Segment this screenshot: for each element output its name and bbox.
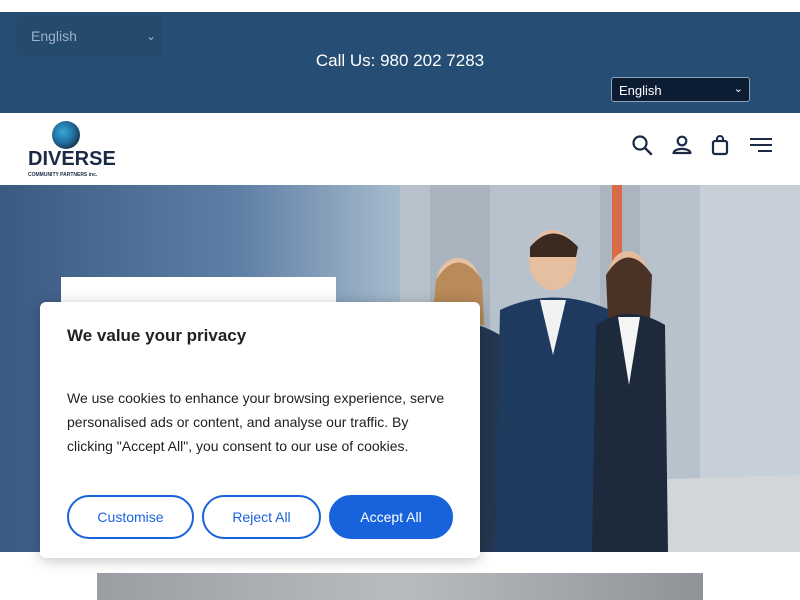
chevron-down-icon: ⌄ [733,83,743,95]
reject-all-button[interactable]: Reject All [202,495,321,539]
account-icon[interactable] [670,133,694,157]
logo[interactable]: DIVERSE COMMUNITY PARTNERS inc. [28,121,116,178]
chevron-down-icon: ⌄ [145,29,156,43]
customise-button[interactable]: Customise [67,495,194,539]
content-section [0,552,800,600]
top-strip [0,0,800,12]
topbar: English ⌄ Call Us: 980 202 7283 English … [0,12,800,113]
page: English ⌄ Call Us: 980 202 7283 English … [0,0,800,600]
search-icon[interactable] [630,133,654,157]
person-right-hair [606,257,652,320]
language-select-left[interactable]: English ⌄ [16,16,162,56]
cookie-title: We value your privacy [67,326,247,345]
logo-globe-icon [52,121,80,149]
language-select-right-value: English [619,83,662,98]
cookie-message: We use cookies to enhance your browsing … [67,390,445,454]
menu-icon[interactable] [749,133,773,157]
logo-subtitle: COMMUNITY PARTNERS inc. [28,172,98,178]
language-select-left-value: English [31,28,77,44]
site-header: DIVERSE COMMUNITY PARTNERS inc. [0,113,800,185]
call-us-text[interactable]: Call Us: 980 202 7283 [0,51,800,71]
section-image [97,573,703,600]
accept-all-button[interactable]: Accept All [329,495,453,539]
logo-wordmark: DIVERSE [28,148,116,170]
language-select-right[interactable]: English ⌄ [611,77,750,102]
cookie-consent-dialog: We value your privacy We use cookies to … [40,302,480,558]
bag-icon[interactable] [708,133,732,157]
